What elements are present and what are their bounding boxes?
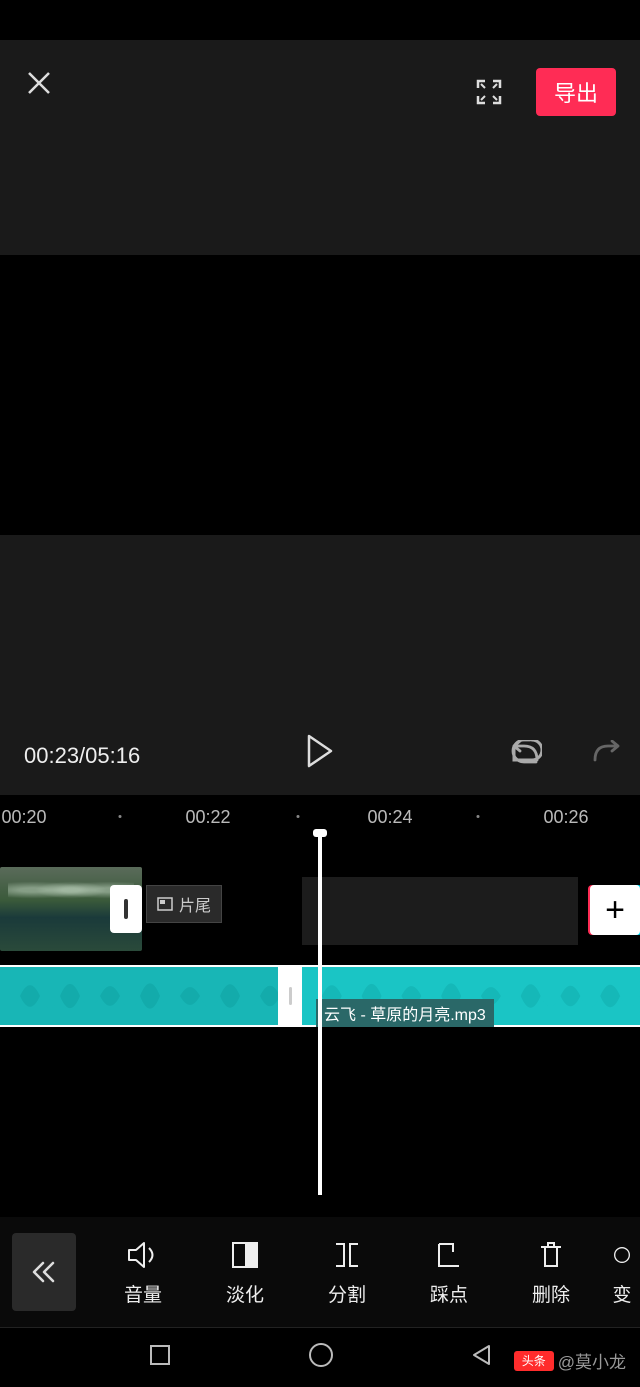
fade-icon	[230, 1238, 260, 1272]
play-button[interactable]	[305, 734, 335, 773]
empty-track-slot	[302, 877, 578, 945]
split-icon	[332, 1238, 362, 1272]
redo-icon	[590, 740, 624, 768]
delete-icon	[537, 1238, 565, 1272]
tool-delete[interactable]: 删除	[500, 1238, 602, 1307]
playhead[interactable]	[318, 835, 322, 1195]
ending-tag[interactable]: 片尾	[146, 885, 222, 923]
handle-icon	[123, 899, 129, 919]
watermark-badge: 头条	[514, 1351, 554, 1371]
nav-back-button[interactable]	[470, 1343, 492, 1372]
tool-items: 音量 淡化 分割 踩点 删除	[92, 1238, 640, 1307]
nav-recent-button[interactable]	[148, 1343, 172, 1372]
triangle-left-icon	[470, 1343, 492, 1367]
video-preview[interactable]	[0, 255, 640, 535]
watermark: 头条 @莫小龙	[514, 1348, 626, 1373]
ruler-tick: 00:26	[543, 807, 588, 828]
tool-label: 踩点	[430, 1280, 468, 1307]
volume-icon	[126, 1238, 160, 1272]
top-bar-right: 导出	[474, 68, 616, 116]
tool-label: 淡化	[226, 1280, 264, 1307]
ruler-tick: 00:22	[185, 807, 230, 828]
tool-speed[interactable]: 变	[602, 1238, 640, 1307]
ending-label: 片尾	[179, 892, 211, 916]
timeline-tracks[interactable]: 片尾 + 云飞 - 草原的月亮.mp3	[0, 835, 640, 1195]
undo-button[interactable]	[508, 740, 542, 773]
tool-label: 分割	[328, 1280, 366, 1307]
watermark-author: @莫小龙	[558, 1348, 626, 1373]
square-icon	[148, 1343, 172, 1367]
speed-icon	[612, 1238, 632, 1272]
close-button[interactable]	[24, 68, 54, 98]
player-controls: 00:23/05:16	[0, 535, 640, 795]
ruler-dot	[119, 815, 122, 818]
fullscreen-icon	[475, 78, 503, 106]
undo-icon	[508, 740, 542, 768]
tool-label: 音量	[124, 1280, 162, 1307]
circle-icon	[308, 1342, 334, 1368]
tool-label: 变	[612, 1280, 631, 1307]
audio-clip-handle[interactable]	[278, 965, 302, 1027]
nav-home-button[interactable]	[308, 1342, 334, 1373]
ruler-dot	[477, 815, 480, 818]
tool-label: 删除	[532, 1280, 570, 1307]
status-bar	[0, 0, 640, 40]
tool-beat[interactable]: 踩点	[398, 1238, 500, 1307]
redo-button[interactable]	[590, 740, 624, 773]
ruler-dot	[297, 815, 300, 818]
audio-waveform	[0, 967, 280, 1025]
beat-icon	[435, 1238, 463, 1272]
clip-handle[interactable]	[110, 885, 142, 933]
audio-filename-label: 云飞 - 草原的月亮.mp3	[316, 999, 494, 1027]
ending-icon	[157, 897, 173, 911]
timecode-label: 00:23/05:16	[24, 743, 140, 769]
chevron-left-double-icon	[31, 1260, 57, 1284]
tool-fade[interactable]: 淡化	[194, 1238, 296, 1307]
top-bar: 导出	[0, 40, 640, 255]
plus-icon: +	[605, 891, 625, 930]
close-icon	[25, 69, 53, 97]
play-icon	[305, 734, 335, 768]
bottom-toolbar: 音量 淡化 分割 踩点 删除	[0, 1217, 640, 1327]
add-clip-button[interactable]: +	[590, 885, 640, 935]
ruler-tick: 00:24	[367, 807, 412, 828]
collapse-toolbar-button[interactable]	[12, 1233, 76, 1311]
export-button[interactable]: 导出	[536, 68, 616, 116]
fullscreen-button[interactable]	[474, 77, 504, 107]
tool-split[interactable]: 分割	[296, 1238, 398, 1307]
history-controls	[508, 740, 624, 773]
ruler-tick: 00:20	[1, 807, 46, 828]
tool-volume[interactable]: 音量	[92, 1238, 194, 1307]
